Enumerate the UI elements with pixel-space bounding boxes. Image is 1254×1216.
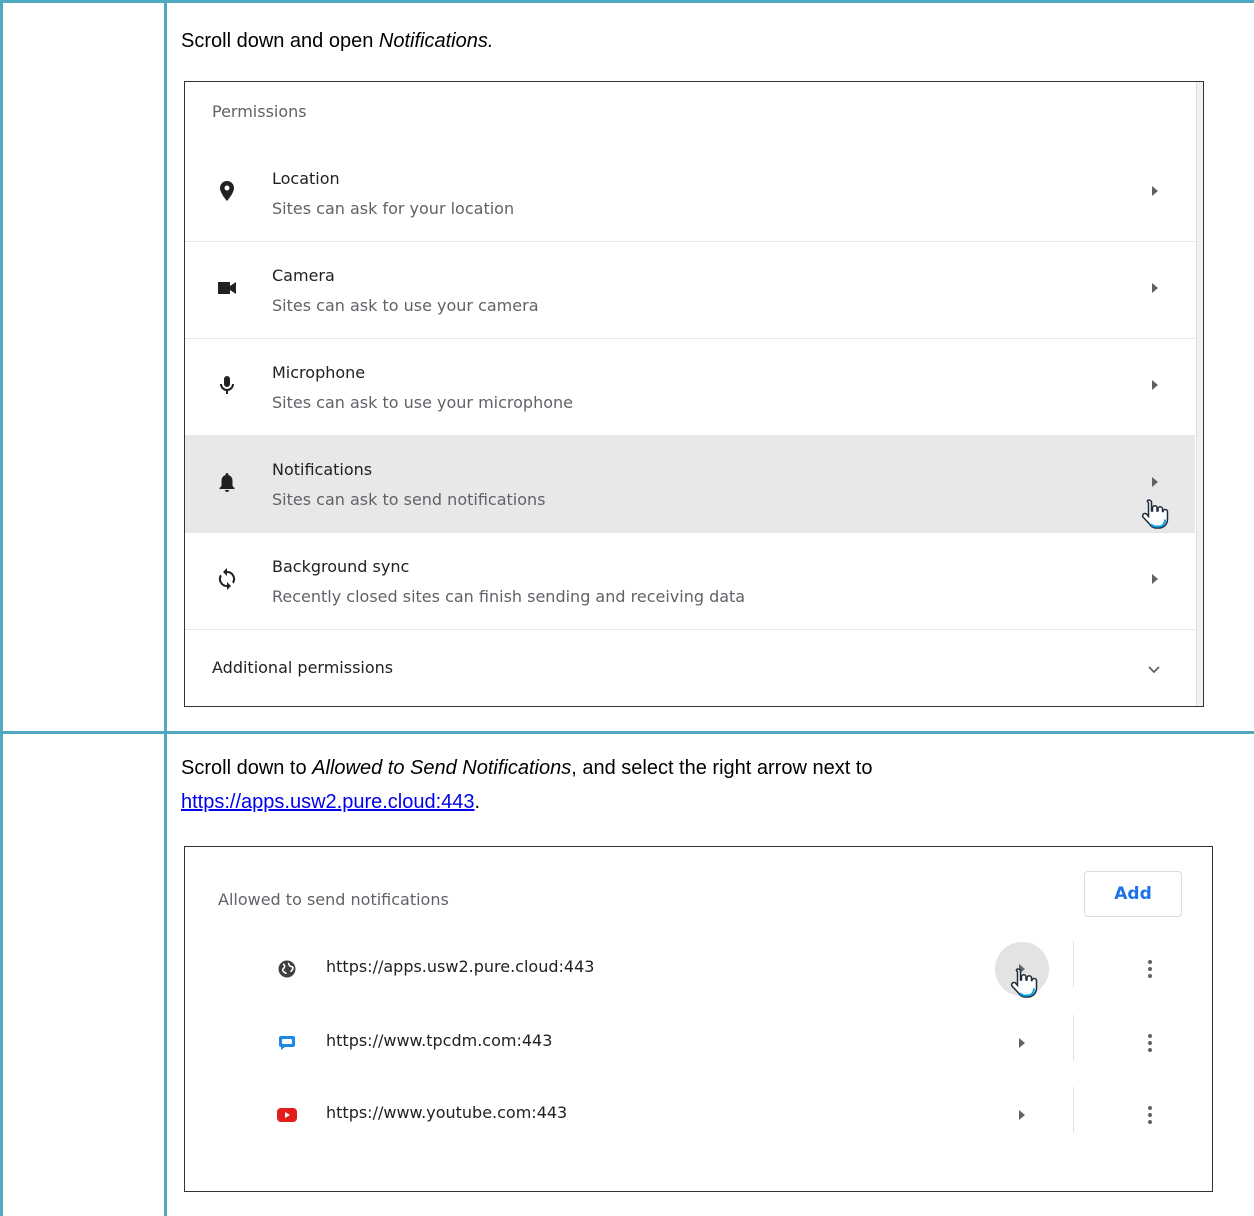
scrollbar[interactable]	[1196, 82, 1203, 706]
microphone-icon	[220, 376, 234, 394]
site-row: https://apps.usw2.pure.cloud:443	[185, 933, 1212, 1005]
permission-row-background-sync[interactable]: Background sync Recently closed sites ca…	[185, 533, 1195, 630]
arrow-right-icon	[1152, 477, 1158, 487]
arrow-right-icon	[1152, 283, 1158, 293]
permission-row-camera[interactable]: Camera Sites can ask to use your camera	[185, 242, 1195, 339]
location-pin-icon	[220, 181, 234, 201]
permission-subtitle: Sites can ask to use your camera	[272, 296, 539, 315]
site-url: https://www.tpcdm.com:443	[326, 1031, 553, 1050]
divider	[1073, 941, 1074, 987]
allowed-notifications-screenshot: Allowed to send notifications Add https:…	[184, 846, 1213, 1192]
step2-instruction-text-mid: , and select the right arrow next to	[571, 757, 873, 779]
permission-title: Microphone	[272, 363, 366, 382]
step1-instruction-emphasis: Notifications.	[378, 30, 494, 52]
arrow-right-icon	[1019, 1038, 1025, 1048]
table-row-divider	[0, 731, 1254, 734]
table-border-top	[0, 0, 1254, 3]
youtube-icon	[277, 1108, 297, 1122]
document-table: Scroll down and open Notifications. Perm…	[0, 0, 1254, 1216]
chevron-down-icon	[1148, 666, 1160, 674]
allowed-header: Allowed to send notifications	[218, 890, 449, 909]
permissions-screenshot: Permissions Location Sites can ask for y…	[184, 81, 1204, 707]
additional-permissions-label: Additional permissions	[212, 658, 394, 677]
step2-instruction: Scroll down to Allowed to Send Notificat…	[181, 751, 1221, 819]
arrow-right-icon	[1152, 380, 1158, 390]
table-column-divider	[164, 0, 167, 1216]
globe-icon	[278, 960, 296, 978]
step2-instruction-text: Scroll down to	[181, 757, 313, 779]
hand-cursor-icon	[1010, 968, 1038, 998]
site-details-arrow-button[interactable]	[995, 1088, 1049, 1142]
permission-title: Location	[272, 169, 340, 188]
more-vert-icon[interactable]	[1140, 957, 1160, 981]
more-vert-icon[interactable]	[1140, 1031, 1160, 1055]
permission-subtitle: Recently closed sites can finish sending…	[272, 587, 746, 606]
bell-icon	[219, 473, 235, 492]
step1-instruction-text: Scroll down and open	[181, 30, 379, 52]
more-vert-icon[interactable]	[1140, 1103, 1160, 1127]
sync-icon	[218, 568, 236, 590]
site-row: https://www.youtube.com:443	[185, 1079, 1212, 1151]
step2-instruction-emphasis: Allowed to Send Notifications	[312, 757, 572, 779]
divider	[1073, 1087, 1074, 1133]
permission-subtitle: Sites can ask to use your microphone	[272, 393, 573, 412]
permission-title: Notifications	[272, 460, 373, 479]
chat-icon	[279, 1036, 295, 1050]
arrow-right-icon	[1152, 186, 1158, 196]
permission-row-location[interactable]: Location Sites can ask for your location	[185, 145, 1195, 242]
site-row: https://www.tpcdm.com:443	[185, 1007, 1212, 1079]
additional-permissions-row[interactable]: Additional permissions	[185, 632, 1195, 706]
hand-cursor-icon	[1141, 499, 1169, 529]
divider	[1073, 1015, 1074, 1061]
pure-cloud-link[interactable]: https://apps.usw2.pure.cloud:443	[181, 791, 475, 813]
add-button[interactable]: Add	[1084, 871, 1182, 917]
permission-subtitle: Sites can ask to send notifications	[272, 490, 546, 509]
camera-icon	[218, 282, 236, 294]
permission-title: Camera	[272, 266, 335, 285]
site-url: https://apps.usw2.pure.cloud:443	[326, 957, 595, 976]
permission-subtitle: Sites can ask for your location	[272, 199, 515, 218]
table-border-left	[0, 0, 3, 1216]
permission-row-notifications[interactable]: Notifications Sites can ask to send noti…	[185, 436, 1195, 533]
step2-instruction-period: .	[474, 791, 481, 813]
site-details-arrow-button[interactable]	[995, 1016, 1049, 1070]
step1-instruction: Scroll down and open Notifications.	[181, 24, 493, 58]
permissions-header: Permissions	[212, 102, 307, 121]
permission-row-microphone[interactable]: Microphone Sites can ask to use your mic…	[185, 339, 1195, 436]
permission-title: Background sync	[272, 557, 410, 576]
arrow-right-icon	[1152, 574, 1158, 584]
arrow-right-icon	[1019, 1110, 1025, 1120]
site-url: https://www.youtube.com:443	[326, 1103, 568, 1122]
